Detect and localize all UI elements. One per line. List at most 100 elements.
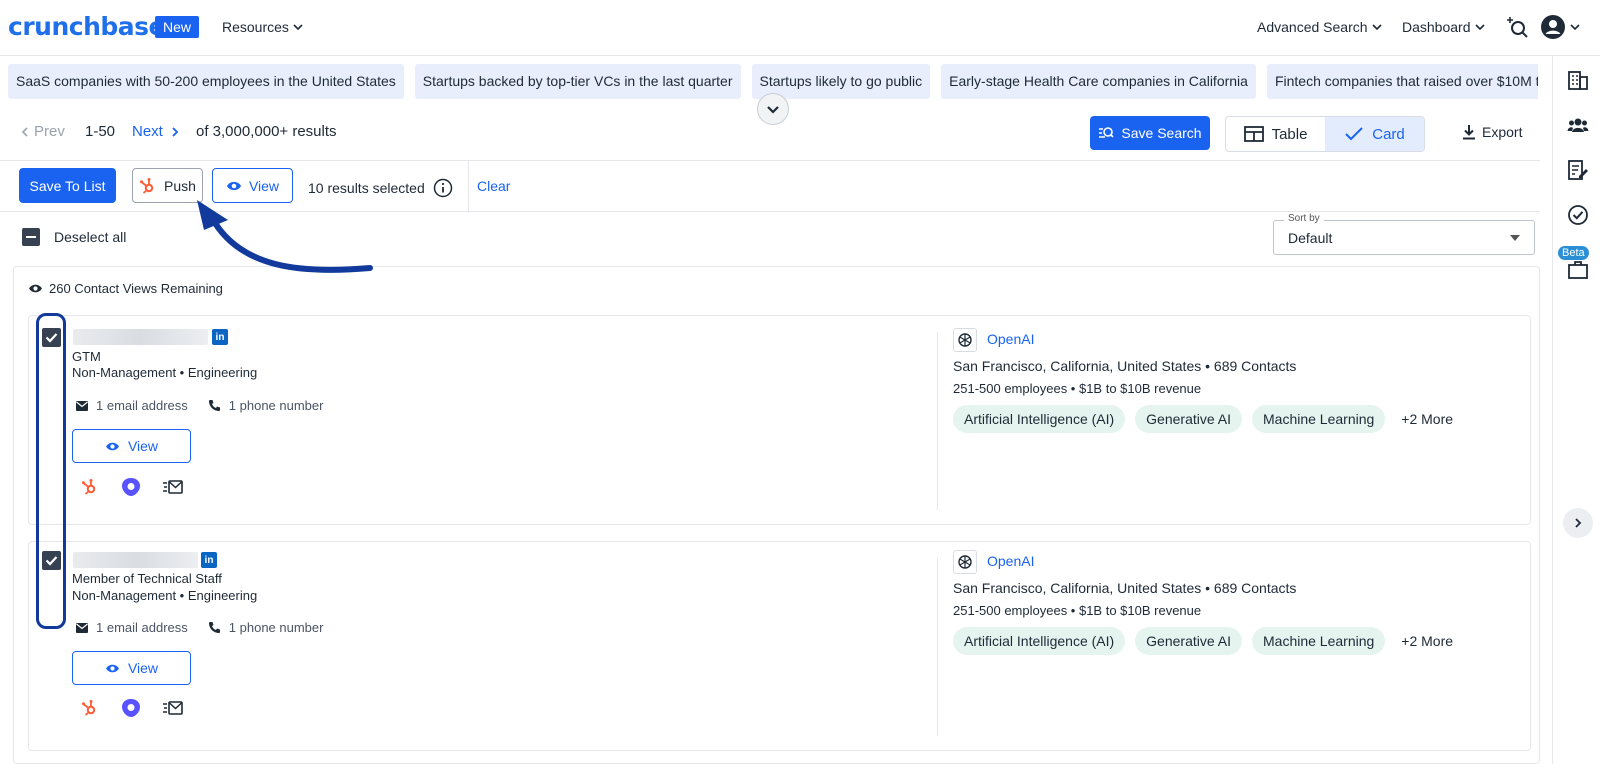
people-icon[interactable] [1567, 114, 1589, 136]
contact-title: Member of Technical Staff [72, 571, 222, 586]
info-icon[interactable] [433, 178, 453, 198]
user-avatar-icon [1541, 15, 1565, 39]
dashboard-label: Dashboard [1402, 19, 1471, 35]
new-badge: New [155, 16, 200, 38]
email-sequence-icon[interactable] [163, 480, 183, 494]
view-label: View [248, 177, 280, 194]
crunchbase-logo[interactable]: crunchbase [8, 12, 165, 41]
top-navigation-bar: crunchbase New Resources Advanced Search… [0, 0, 1600, 56]
beta-badge: Beta [1558, 246, 1589, 260]
resources-label: Resources [222, 19, 289, 35]
card-label: Card [1372, 125, 1405, 143]
email-count: 1 email address [96, 398, 188, 413]
organization-logo-icon [953, 550, 977, 574]
page-range: 1-50 [85, 123, 116, 140]
hubspot-icon [140, 177, 154, 194]
eye-icon [226, 181, 241, 190]
integration-actions [81, 698, 183, 718]
notes-edit-icon[interactable] [1567, 159, 1589, 181]
organization-location: San Francisco, California, United States… [953, 358, 1297, 374]
contact-card: in GTM Non-Management • Engineering 1 em… [28, 315, 1531, 525]
save-search-label: Save Search [1121, 125, 1202, 141]
contact-views-remaining: 260 Contact Views Remaining [28, 281, 223, 296]
indeterminate-checkbox[interactable] [22, 228, 40, 246]
caret-down-icon [1510, 235, 1520, 241]
sort-by-select[interactable]: Sort by Default [1273, 213, 1535, 255]
email-sequence-icon[interactable] [163, 701, 183, 715]
industry-tag[interactable]: Machine Learning [1252, 405, 1386, 433]
arrow-annotation [197, 200, 373, 273]
email-icon [76, 400, 88, 411]
export-button[interactable]: Export [1462, 124, 1522, 140]
prev-page-link[interactable]: Prev [20, 123, 65, 140]
organization-logo-icon [953, 328, 977, 352]
email-count: 1 email address [96, 620, 188, 635]
organization-link[interactable]: OpenAI [987, 553, 1034, 569]
clear-selection-link[interactable]: Clear [477, 178, 510, 194]
company-building-icon[interactable] [1567, 69, 1589, 91]
checkbox-highlight-annotation [36, 313, 66, 629]
table-view-button[interactable]: Table [1226, 117, 1325, 151]
dashboard-menu[interactable]: Dashboard [1402, 19, 1485, 35]
contact-department: Non-Management • Engineering [72, 365, 258, 380]
phone-count: 1 phone number [228, 620, 324, 635]
expand-panel-button[interactable] [1563, 508, 1593, 538]
chevron-down-icon [1474, 24, 1485, 31]
suggestion-chip[interactable]: Fintech companies that raised over $10M … [1266, 64, 1538, 99]
industry-tag[interactable]: Artificial Intelligence (AI) [953, 405, 1126, 433]
industry-tag[interactable]: Artificial Intelligence (AI) [953, 627, 1126, 655]
hubspot-icon[interactable] [81, 699, 99, 717]
organization-size: 251-500 employees • $1B to $10B revenue [953, 603, 1202, 618]
divider [468, 161, 469, 213]
openai-icon [958, 555, 972, 569]
outreach-icon[interactable] [121, 698, 141, 718]
push-label: Push [164, 177, 196, 194]
organization-link[interactable]: OpenAI [987, 331, 1034, 347]
suggestion-chip[interactable]: SaaS companies with 50-200 employees in … [8, 64, 404, 99]
organization-size: 251-500 employees • $1B to $10B revenue [953, 381, 1202, 396]
save-search-button[interactable]: Save Search [1090, 116, 1210, 150]
more-tags-link[interactable]: +2 More [1401, 411, 1453, 427]
linkedin-icon[interactable]: in [212, 329, 228, 345]
deselect-all-control[interactable]: Deselect all [22, 228, 126, 246]
right-sidebar [1552, 56, 1600, 764]
hubspot-icon[interactable] [81, 478, 99, 496]
industry-tag[interactable]: Generative AI [1135, 627, 1242, 655]
contact-department: Non-Management • Engineering [72, 588, 258, 603]
industry-tags: Artificial Intelligence (AI) Generative … [953, 405, 1453, 433]
resources-menu[interactable]: Resources [222, 19, 303, 35]
sort-by-value: Default [1288, 230, 1333, 246]
suggestion-chip[interactable]: Startups backed by top-tier VCs in the l… [414, 64, 741, 99]
eye-icon [106, 664, 119, 672]
save-to-list-button[interactable]: Save To List [19, 168, 116, 203]
expand-suggestions-button[interactable] [757, 93, 789, 125]
ai-search-icon[interactable] [1505, 15, 1529, 39]
integration-actions [81, 477, 183, 497]
industry-tag[interactable]: Generative AI [1135, 405, 1242, 433]
view-contact-label: View [127, 438, 159, 454]
export-label: Export [1482, 124, 1523, 140]
eye-icon [106, 442, 119, 450]
next-page-link[interactable]: Next [132, 123, 181, 140]
outreach-icon[interactable] [121, 477, 141, 497]
view-toggle: Table Card [1225, 116, 1425, 152]
advanced-search-menu[interactable]: Advanced Search [1257, 19, 1382, 35]
eye-icon [29, 284, 42, 293]
card-view-button[interactable]: Card [1325, 117, 1424, 151]
phone-icon [208, 400, 220, 411]
account-menu[interactable] [1540, 14, 1580, 40]
view-contact-button[interactable]: View [72, 651, 191, 685]
chevron-right-icon [1575, 518, 1582, 528]
view-contact-label: View [127, 660, 159, 676]
chevron-down-icon [293, 24, 303, 31]
phone-icon [208, 622, 220, 633]
view-contact-button[interactable]: View [72, 429, 191, 463]
industry-tag[interactable]: Machine Learning [1252, 627, 1386, 655]
chevron-right-icon [172, 126, 179, 137]
chevron-down-icon [767, 106, 779, 114]
briefcase-icon[interactable] [1567, 259, 1589, 281]
check-circle-icon[interactable] [1567, 204, 1589, 226]
suggestion-chip[interactable]: Early-stage Health Care companies in Cal… [941, 64, 1256, 99]
more-tags-link[interactable]: +2 More [1401, 633, 1453, 649]
linkedin-icon[interactable]: in [201, 552, 217, 568]
